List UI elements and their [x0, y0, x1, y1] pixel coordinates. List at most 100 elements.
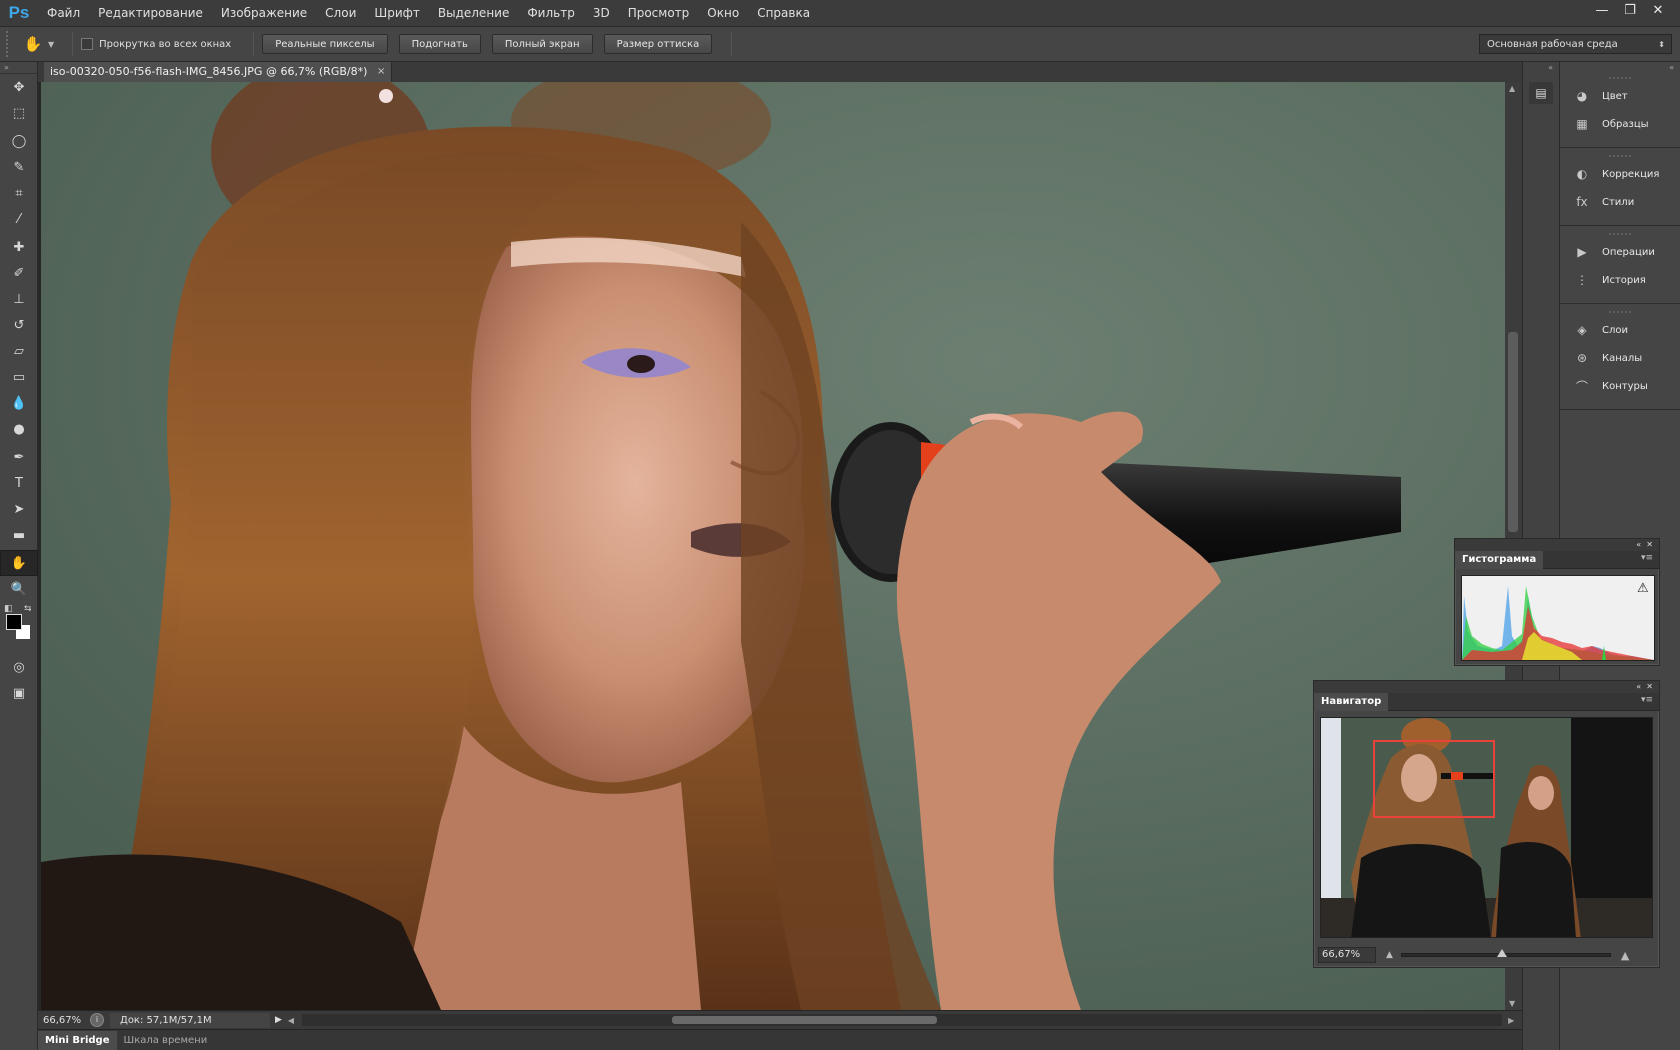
status-zoom[interactable]: 66,67%: [38, 1015, 90, 1026]
view-area-indicator[interactable]: [1373, 740, 1495, 818]
default-colors-icon[interactable]: ◧: [4, 604, 13, 614]
scroll-up-icon[interactable]: ▲: [1509, 84, 1515, 93]
brush-tool-icon[interactable]: ✐: [0, 260, 38, 286]
zoom-slider-knob[interactable]: [1496, 949, 1507, 957]
tab-histogram[interactable]: Гистограмма: [1455, 551, 1544, 569]
panel-button[interactable]: ◕ Цвет: [1560, 82, 1680, 110]
lasso-tool-icon[interactable]: ◯: [0, 128, 38, 154]
panel-label: История: [1602, 274, 1646, 286]
panel-menu-icon[interactable]: ▾≡: [1641, 553, 1653, 563]
panel-button[interactable]: ▦ Образцы: [1560, 110, 1680, 138]
collapse-icon[interactable]: «: [1636, 682, 1641, 691]
zoom-in-icon[interactable]: ▲: [1621, 949, 1629, 962]
zoom-out-icon[interactable]: ▲: [1386, 950, 1393, 960]
scroll-left-icon[interactable]: ◀: [288, 1016, 294, 1025]
horizontal-scrollbar[interactable]: [302, 1014, 1503, 1026]
collapse-panels-icon[interactable]: «: [1560, 62, 1680, 74]
path-select-tool-icon[interactable]: ➤: [0, 496, 38, 522]
history-brush-tool-icon[interactable]: ↺: [0, 312, 38, 338]
blur-tool-icon[interactable]: 💧: [0, 390, 38, 416]
navigator-thumbnail[interactable]: [1320, 717, 1653, 938]
fit-screen-button[interactable]: Подогнать: [398, 34, 481, 54]
screen-mode-icon[interactable]: ▣: [0, 680, 38, 706]
menu-item[interactable]: Шрифт: [365, 0, 429, 26]
tools-panel: » ✥ ⬚ ◯ ✎ ⌗ ⁄ ✚ ✐ ⊥ ↺ ▱ ▭ 💧 ● ✒ T ➤ ▬ ✋ 🔍 ⇆ ◧ ◎ ▣: [0, 62, 38, 1050]
scroll-thumb[interactable]: [1508, 332, 1518, 532]
info-icon[interactable]: i: [90, 1013, 104, 1027]
menu-item[interactable]: Слои: [316, 0, 365, 26]
marquee-tool-icon[interactable]: ⬚: [0, 100, 38, 126]
menu-item[interactable]: Просмотр: [619, 0, 699, 26]
panel-button[interactable]: ⌒ Контуры: [1560, 372, 1680, 400]
dodge-tool-icon[interactable]: ●: [0, 416, 38, 442]
move-tool-icon[interactable]: ✥: [0, 74, 38, 100]
workspace-select[interactable]: Основная рабочая среда ⬍: [1479, 34, 1672, 54]
menu-item[interactable]: Файл: [38, 0, 89, 26]
chevron-down-icon[interactable]: ▼: [48, 40, 54, 49]
gradient-tool-icon[interactable]: ▭: [0, 364, 38, 390]
options-grip[interactable]: [6, 31, 14, 57]
panel-button[interactable]: ⋮ История: [1560, 266, 1680, 294]
actual-pixels-button[interactable]: Реальные пикселы: [262, 34, 388, 54]
panel-menu-icon[interactable]: ▾≡: [1641, 695, 1653, 705]
eraser-tool-icon[interactable]: ▱: [0, 338, 38, 364]
swap-colors-icon[interactable]: ⇆: [24, 604, 32, 614]
tab-timeline[interactable]: Шкала времени: [117, 1031, 215, 1050]
panel-group-grip[interactable]: [1560, 308, 1680, 316]
menu-item[interactable]: Редактирование: [89, 0, 212, 26]
collapse-tools-icon[interactable]: »: [0, 62, 37, 74]
panel-group-grip[interactable]: [1560, 74, 1680, 82]
hand-tool-icon[interactable]: ✋: [0, 550, 38, 576]
hand-tool-preset-icon[interactable]: ✋: [22, 33, 44, 55]
scroll-all-windows-checkbox[interactable]: [81, 38, 94, 50]
print-size-button[interactable]: Размер оттиска: [603, 34, 713, 54]
menu-item[interactable]: Выделение: [429, 0, 518, 26]
quick-mask-icon[interactable]: ◎: [0, 654, 38, 680]
warning-icon[interactable]: ⚠: [1637, 581, 1651, 596]
close-icon[interactable]: ✕: [1646, 540, 1653, 549]
panel-button[interactable]: ⊛ Каналы: [1560, 344, 1680, 372]
tab-mini-bridge[interactable]: Mini Bridge: [38, 1031, 117, 1050]
quick-select-tool-icon[interactable]: ✎: [0, 154, 38, 180]
tab-navigator[interactable]: Навигатор: [1314, 693, 1389, 711]
collapse-dock-icon[interactable]: «: [1523, 62, 1559, 74]
scroll-thumb[interactable]: [672, 1016, 938, 1024]
shape-tool-icon[interactable]: ▬: [0, 522, 38, 548]
scroll-right-icon[interactable]: ▶: [1508, 1016, 1514, 1025]
image-canvas[interactable]: [41, 82, 1505, 1010]
document-tab[interactable]: iso-00320-050-f56-flash-IMG_8456.JPG @ 6…: [44, 62, 393, 82]
menu-item[interactable]: Справка: [748, 0, 819, 26]
panel-group-grip[interactable]: [1560, 230, 1680, 238]
close-icon[interactable]: ✕: [1646, 682, 1653, 691]
panel-button[interactable]: fx Стили: [1560, 188, 1680, 216]
collapse-icon[interactable]: «: [1636, 540, 1641, 549]
close-button[interactable]: ✕: [1644, 0, 1672, 20]
panel-button[interactable]: ◐ Коррекция: [1560, 160, 1680, 188]
minimize-button[interactable]: —: [1588, 0, 1616, 20]
fill-screen-button[interactable]: Полный экран: [491, 34, 593, 54]
healing-tool-icon[interactable]: ✚: [0, 234, 38, 260]
navigator-zoom-input[interactable]: 66,67%: [1318, 947, 1376, 963]
chevron-right-icon[interactable]: ▶: [275, 1015, 282, 1025]
zoom-slider[interactable]: [1400, 949, 1611, 957]
panel-label: Цвет: [1602, 90, 1628, 102]
zoom-tool-icon[interactable]: 🔍: [0, 576, 38, 602]
panel-button[interactable]: ▶ Операции: [1560, 238, 1680, 266]
restore-button[interactable]: ❐: [1616, 0, 1644, 20]
foreground-color-swatch[interactable]: [6, 614, 22, 630]
pen-tool-icon[interactable]: ✒: [0, 444, 38, 470]
close-icon[interactable]: ×: [377, 62, 385, 82]
properties-icon[interactable]: ▤: [1529, 82, 1553, 104]
crop-tool-icon[interactable]: ⌗: [0, 180, 38, 206]
menu-item[interactable]: 3D: [584, 0, 619, 26]
type-tool-icon[interactable]: T: [0, 470, 38, 496]
stamp-tool-icon[interactable]: ⊥: [0, 286, 38, 312]
panel-group-grip[interactable]: [1560, 152, 1680, 160]
menu-item[interactable]: Фильтр: [518, 0, 583, 26]
document-title: iso-00320-050-f56-flash-IMG_8456.JPG @ 6…: [50, 65, 368, 78]
menu-item[interactable]: Окно: [698, 0, 748, 26]
menu-item[interactable]: Изображение: [212, 0, 316, 26]
scroll-down-icon[interactable]: ▼: [1509, 999, 1515, 1008]
panel-button[interactable]: ◈ Слои: [1560, 316, 1680, 344]
eyedropper-tool-icon[interactable]: ⁄: [0, 206, 38, 232]
